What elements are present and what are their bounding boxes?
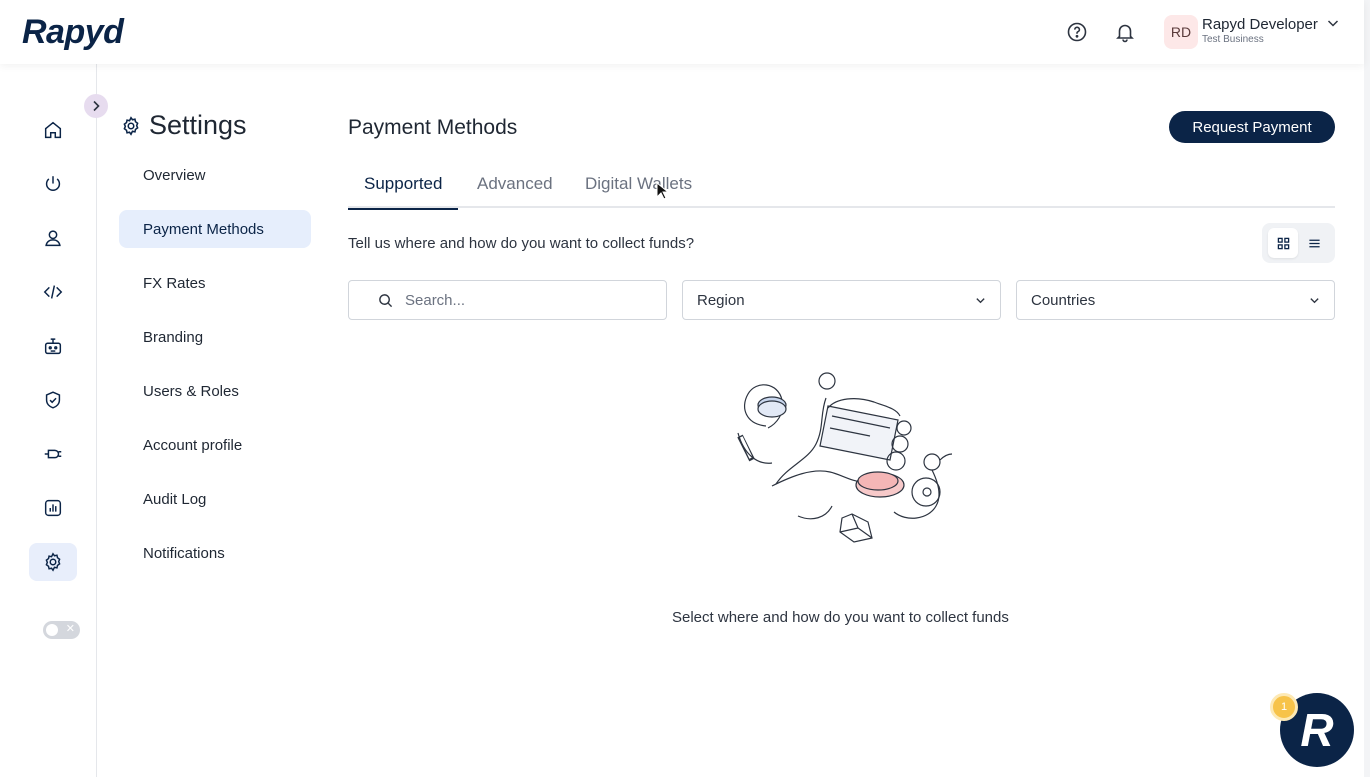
toggle-knob [46,624,58,636]
chevron-down-icon [1310,297,1319,303]
settings-title: Settings [149,110,247,140]
region-select[interactable]: Region [682,280,1001,320]
expand-sidebar-button[interactable] [84,94,108,118]
list-icon [1308,239,1320,247]
user-name[interactable]: Rapyd Developer [1202,16,1318,33]
grid-view-button[interactable] [1268,228,1298,258]
nav-home-icon[interactable] [29,111,77,149]
sidebar-item-branding[interactable]: Branding [119,318,311,356]
page-scrollbar[interactable] [1364,0,1370,777]
sidebar-item-users-roles[interactable]: Users & Roles [119,372,311,410]
settings-gear-icon [120,115,142,137]
section-subtitle: Tell us where and how do you want to col… [348,235,695,252]
nav-plug-icon[interactable] [29,435,77,473]
search-input[interactable] [405,291,645,309]
search-field [348,280,667,320]
tab-digital-wallets[interactable]: Digital Wallets [569,160,708,208]
list-view-button[interactable] [1299,228,1329,258]
notification-badge: 1 [1270,693,1298,721]
sidebar-item-audit-log[interactable]: Audit Log [119,480,311,518]
nav-user-icon[interactable] [29,219,77,257]
tab-bar: Supported Advanced Digital Wallets [348,160,1335,210]
countries-select[interactable]: Countries [1016,280,1335,320]
chevron-down-icon[interactable] [1326,16,1340,30]
chevron-down-icon [976,297,985,303]
chevron-right-icon [93,100,100,112]
request-payment-button[interactable]: Request Payment [1169,111,1335,143]
sidebar-item-fx-rates[interactable]: FX Rates [119,264,311,302]
empty-state-text: Select where and how do you want to coll… [672,609,1009,626]
nav-code-icon[interactable] [29,273,77,311]
top-bar: Rapyd RD Rapyd Developer Test Business [0,0,1364,64]
empty-state-illustration [737,372,953,543]
icon-rail: ✕ [0,64,97,777]
page-title: Payment Methods [348,116,518,139]
nav-power-icon[interactable] [29,165,77,203]
view-toggle [1262,223,1335,263]
avatar[interactable]: RD [1164,15,1198,49]
nav-robot-icon[interactable] [29,327,77,365]
sidebar-item-overview[interactable]: Overview [119,156,311,194]
user-business: Test Business [1202,34,1264,45]
theme-toggle[interactable]: ✕ [43,621,80,639]
search-icon [379,293,393,307]
mouse-cursor-icon [656,182,668,200]
help-circle-icon[interactable] [1065,20,1089,44]
sidebar-item-account-profile[interactable]: Account profile [119,426,311,464]
grid-icon [1277,237,1289,249]
tab-advanced[interactable]: Advanced [461,160,569,208]
sidebar-item-notifications[interactable]: Notifications [119,534,311,572]
nav-shield-check-icon[interactable] [29,381,77,419]
close-icon: ✕ [65,623,75,635]
nav-chart-icon[interactable] [29,489,77,527]
countries-select-value: Countries [1031,291,1096,309]
tab-supported[interactable]: Supported [348,160,459,210]
region-select-value: Region [697,291,745,309]
sidebar-item-payment-methods[interactable]: Payment Methods [119,210,311,248]
bell-icon[interactable] [1113,20,1137,44]
nav-gear-icon[interactable] [29,543,77,581]
rapyd-logo[interactable]: Rapyd [22,13,124,52]
